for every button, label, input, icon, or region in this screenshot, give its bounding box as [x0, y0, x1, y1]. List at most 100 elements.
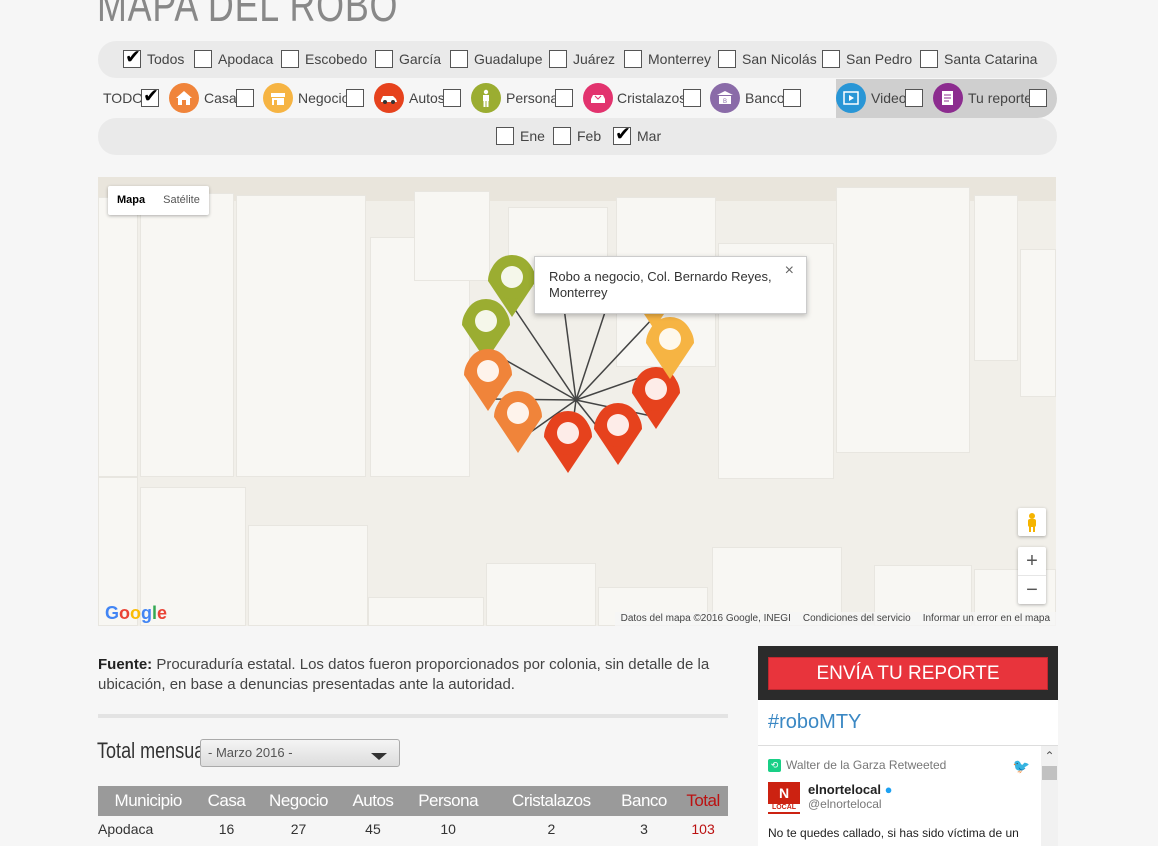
- municipality-checkbox[interactable]: [822, 50, 840, 68]
- category-checkbox[interactable]: [236, 89, 254, 107]
- avatar[interactable]: N LOCAL: [768, 782, 800, 814]
- table-header: Casa: [198, 786, 255, 816]
- hashtag-title[interactable]: #roboMTY: [768, 711, 861, 734]
- scroll-up-icon[interactable]: ⌃: [1041, 746, 1058, 766]
- month-checkbox[interactable]: [496, 127, 514, 145]
- table-cell: Apodaca: [98, 821, 154, 837]
- map-footer: Datos del mapa ©2016 Google, INEGI Condi…: [614, 612, 1056, 626]
- municipality-label: Todos: [147, 51, 185, 67]
- twitter-bird-icon: 🐦: [1012, 758, 1030, 774]
- municipality-checkbox[interactable]: [450, 50, 468, 68]
- retweet-line: ⟲ Walter de la Garza Retweeted: [768, 758, 1042, 772]
- report-icon: [933, 83, 963, 113]
- category-checkbox[interactable]: [443, 89, 461, 107]
- table-header: Negocio: [254, 786, 343, 816]
- municipality-checkbox[interactable]: [549, 50, 567, 68]
- month-select-value: - Marzo 2016 -: [208, 745, 293, 760]
- house-marker[interactable]: [494, 391, 542, 453]
- broken-window-icon: [583, 83, 613, 113]
- car-marker[interactable]: [544, 411, 592, 473]
- municipality-checkbox[interactable]: [194, 50, 212, 68]
- table-header: Persona: [403, 786, 493, 816]
- marker-cluster: [462, 255, 694, 473]
- category-checkbox[interactable]: [555, 89, 573, 107]
- table-header: Municipio: [98, 786, 199, 816]
- person-icon: [471, 83, 501, 113]
- category-label: Autos: [409, 90, 445, 106]
- table-header: Autos: [342, 786, 404, 816]
- category-label: Casa: [204, 90, 237, 106]
- source-note: Fuente: Procuraduría estatal. Los datos …: [98, 655, 723, 695]
- map-type-control: Mapa Satélite: [108, 186, 209, 215]
- month-checkbox[interactable]: [553, 127, 571, 145]
- svg-text:B: B: [723, 99, 727, 105]
- municipality-checkbox[interactable]: [718, 50, 736, 68]
- map-data-credit: Datos del mapa ©2016 Google, INEGI: [620, 613, 791, 624]
- zoom-in-button[interactable]: +: [1018, 547, 1046, 575]
- municipality-checkbox[interactable]: [920, 50, 938, 68]
- municipality-checkbox[interactable]: [624, 50, 642, 68]
- close-icon[interactable]: ×: [785, 263, 794, 279]
- category-checkbox[interactable]: [783, 89, 801, 107]
- category-checkbox[interactable]: [1029, 89, 1047, 107]
- retweet-icon: ⟲: [768, 758, 781, 772]
- todo-label: TODO: [103, 90, 144, 106]
- satellite-button[interactable]: Satélite: [154, 186, 209, 215]
- category-checkbox[interactable]: [346, 89, 364, 107]
- municipality-label: Monterrey: [648, 51, 712, 67]
- terms-link[interactable]: Condiciones del servicio: [803, 612, 911, 626]
- category-label: Persona: [506, 90, 559, 106]
- month-select[interactable]: - Marzo 2016 -: [200, 739, 400, 767]
- map-button[interactable]: Mapa: [108, 186, 154, 215]
- category-label: Tu reporte: [968, 90, 1033, 106]
- monthly-table: Municipio Casa Negocio Autos Persona Cristala…: [98, 786, 728, 842]
- scrollbar[interactable]: ⌃: [1041, 746, 1058, 846]
- month-label: Mar: [637, 128, 662, 144]
- crime-map[interactable]: Mapa Satélite Robo a negocio, Col. Berna…: [98, 177, 1056, 626]
- info-window: Robo a negocio, Col. Bernardo Reyes, Mon…: [534, 256, 807, 314]
- todo-checkbox[interactable]: [141, 85, 159, 107]
- store-icon: [263, 83, 293, 113]
- municipality-checkbox[interactable]: [281, 50, 299, 68]
- send-report-button[interactable]: ENVÍA TU REPORTE: [768, 657, 1048, 690]
- video-icon: [836, 83, 866, 113]
- table-cell: 45: [365, 821, 381, 837]
- report-error-link[interactable]: Informar un error en el mapa: [923, 612, 1050, 626]
- category-label: Banco: [745, 90, 785, 106]
- source-label: Fuente:: [98, 656, 153, 673]
- page-title: MAPA DEL ROBO: [97, 0, 399, 31]
- report-button-area: ENVÍA TU REPORTE: [758, 646, 1058, 700]
- municipality-checkbox[interactable]: [123, 46, 141, 68]
- tweet-name[interactable]: elnortelocal: [808, 782, 881, 797]
- month-checkbox[interactable]: [613, 123, 631, 145]
- zoom-out-button[interactable]: −: [1018, 576, 1046, 604]
- info-window-text: Robo a negocio, Col. Bernardo Reyes, Mon…: [549, 269, 772, 300]
- retweeted-by: Walter de la Garza Retweeted: [786, 758, 947, 772]
- tweet-author[interactable]: N LOCAL elnortelocal ● @elnortelocal: [768, 782, 892, 814]
- municipality-label: Guadalupe: [474, 51, 543, 67]
- car-icon: [374, 83, 404, 113]
- table-cell: 2: [547, 821, 556, 837]
- tweet-handle[interactable]: @elnortelocal: [808, 797, 892, 811]
- car-marker[interactable]: [594, 403, 642, 465]
- category-label: Negocio: [298, 90, 350, 106]
- month-label: Feb: [577, 128, 602, 144]
- table-cell: 27: [290, 821, 307, 837]
- report-panel: ENVÍA TU REPORTE #roboMTY ⟲ Walter de la…: [758, 646, 1058, 846]
- category-label: Cristalazos: [617, 90, 687, 106]
- monthly-total-label: Total mensual: [97, 738, 209, 763]
- municipality-label: Santa Catarina: [944, 51, 1038, 67]
- table-row: Apodaca 16 27 45 10 2 3 103: [98, 816, 728, 842]
- tweet[interactable]: ⟲ Walter de la Garza Retweeted 🐦 N LOCAL…: [768, 758, 1042, 840]
- scroll-thumb[interactable]: [1042, 766, 1057, 780]
- street-view-pegman-icon[interactable]: [1018, 508, 1046, 536]
- avatar-letter: N: [778, 785, 790, 801]
- zoom-control: + −: [1018, 547, 1046, 604]
- category-checkbox[interactable]: [905, 89, 923, 107]
- municipality-label: Apodaca: [218, 51, 274, 67]
- month-label: Ene: [520, 128, 545, 144]
- municipality-checkbox[interactable]: [375, 50, 393, 68]
- chevron-down-icon: [371, 753, 387, 760]
- category-checkbox[interactable]: [683, 89, 701, 107]
- verified-icon: ●: [884, 782, 893, 797]
